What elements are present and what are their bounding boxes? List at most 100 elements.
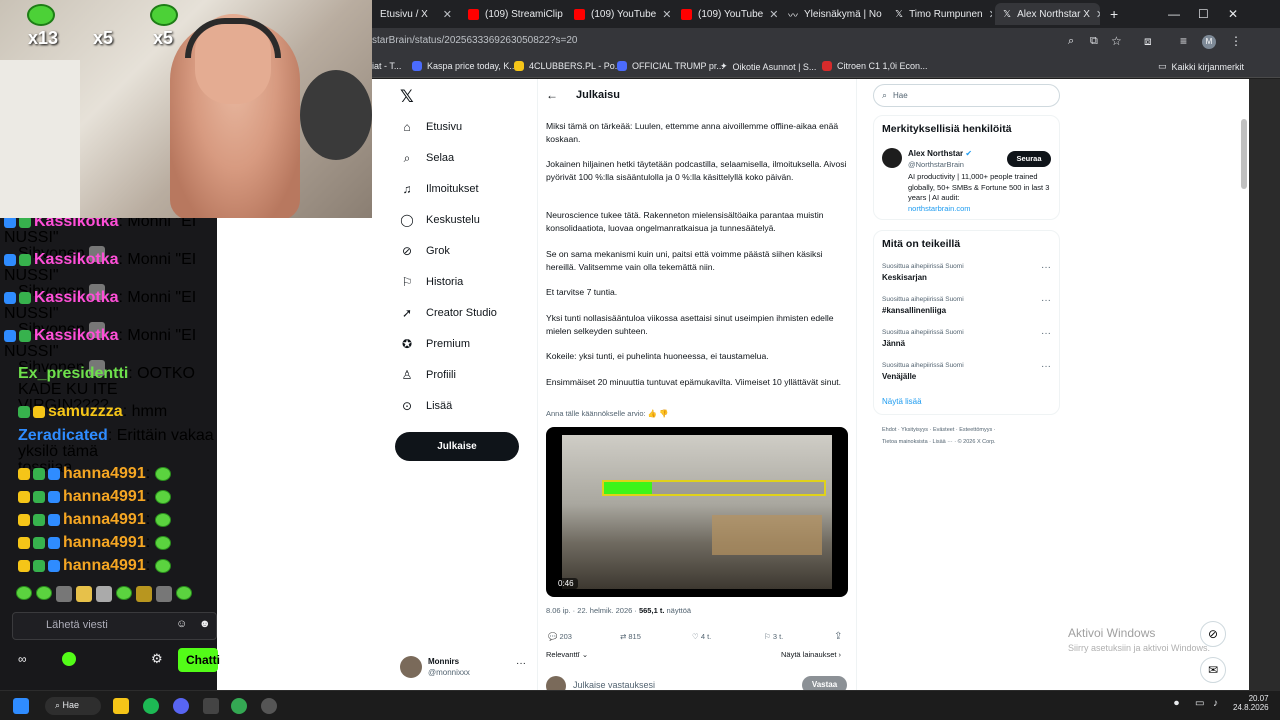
chat-username[interactable]: Zeradicated: [18, 427, 108, 444]
like-action[interactable]: ♡ 4 t.: [692, 632, 711, 641]
trend-name[interactable]: Venäjälle: [882, 372, 916, 381]
volume-icon[interactable]: ♪: [1213, 698, 1218, 709]
bookmark-3[interactable]: OFFICIAL TRUMP pr...: [617, 61, 724, 71]
messages-float-icon[interactable]: ✉: [1200, 657, 1226, 683]
emote-icon[interactable]: [96, 586, 112, 602]
nav-notifications[interactable]: ♫ Ilmoitukset: [400, 182, 479, 196]
grok-float-icon[interactable]: ⊘: [1200, 621, 1226, 647]
emote-icon[interactable]: [16, 586, 32, 600]
tab-0[interactable]: Etusivu / X ✕: [372, 3, 460, 25]
person-link[interactable]: northstarbrain.com: [908, 204, 971, 213]
emote-icon[interactable]: [136, 586, 152, 602]
repost-action[interactable]: ⇄ 815: [620, 632, 641, 641]
nav-premium[interactable]: ✪ Premium: [400, 337, 470, 351]
person-name[interactable]: Alex Northstar ✔: [908, 149, 972, 158]
show-quotes-link[interactable]: Näytä lainaukset ›: [781, 650, 841, 659]
obs-icon[interactable]: [261, 698, 277, 714]
trend-more-icon[interactable]: ···: [1041, 295, 1051, 306]
close-window-icon[interactable]: ✕: [1228, 7, 1238, 21]
chat-send-button[interactable]: Chatti: [178, 648, 220, 672]
nav-explore[interactable]: ⌕ Selaa: [400, 151, 455, 165]
footer-links[interactable]: Ehdot · Yksityisyys · Evästeet · Esteett…: [882, 427, 996, 433]
chat-username[interactable]: hanna4991: [63, 488, 146, 505]
trend-more-icon[interactable]: ···: [1041, 262, 1051, 273]
windows-start-icon[interactable]: [13, 698, 29, 714]
emote-icon[interactable]: [156, 586, 172, 602]
chat-input[interactable]: Lähetä viesti ☺ ☻: [12, 612, 217, 640]
search-box[interactable]: ⌕ Hae: [873, 84, 1060, 107]
scrollbar-thumb[interactable]: [1241, 119, 1247, 189]
all-bookmarks[interactable]: ▭ Kaikki kirjanmerkit: [1158, 61, 1244, 72]
chat-username[interactable]: Kassikotka: [34, 289, 119, 306]
zoom-icon[interactable]: ⌕: [1068, 35, 1074, 48]
share-icon[interactable]: ⇪: [834, 631, 842, 642]
chat-username[interactable]: hanna4991: [63, 557, 146, 574]
tab-1[interactable]: (109) StreamiClip✕: [460, 3, 565, 25]
show-more-link[interactable]: Näytä lisää: [882, 397, 922, 406]
account-more-icon[interactable]: ···: [516, 658, 526, 669]
close-icon[interactable]: ✕: [662, 8, 671, 21]
nav-home[interactable]: ⌂ Etusivu: [400, 120, 462, 134]
reply-action[interactable]: 💬 203: [548, 632, 572, 641]
back-arrow-icon[interactable]: ←: [546, 88, 558, 102]
x-logo-icon[interactable]: 𝕏: [400, 87, 414, 107]
thumbs-up-icon[interactable]: 👍: [648, 409, 657, 418]
nav-bookmarks[interactable]: ⚐ Historia: [400, 275, 464, 289]
nav-more[interactable]: ⊙ Lisää: [400, 399, 452, 413]
person-avatar[interactable]: [882, 148, 902, 168]
tab-2[interactable]: (109) YouTube ✕: [566, 3, 671, 25]
minimize-icon[interactable]: —: [1168, 7, 1180, 21]
tab-5[interactable]: 𝕏 Timo Rumpunen ✕: [887, 3, 992, 25]
x-app-icon[interactable]: [203, 698, 219, 714]
chat-username[interactable]: hanna4991: [63, 465, 146, 482]
trend-name[interactable]: Keskisarjan: [882, 273, 927, 282]
nav-grok[interactable]: ⊘ Grok: [400, 244, 450, 258]
emoji-icon[interactable]: ☻: [199, 618, 211, 630]
clock[interactable]: 20.07 24.8.2026: [1233, 694, 1269, 712]
maximize-icon[interactable]: ☐: [1198, 7, 1209, 21]
points-icon[interactable]: ∞: [18, 652, 27, 666]
post-button[interactable]: Julkaise: [395, 432, 519, 461]
chat-username[interactable]: Kassikotka: [34, 327, 119, 344]
tab-3[interactable]: (109) YouTube ✕: [673, 3, 778, 25]
bookmark-0[interactable]: iat - T...: [372, 61, 401, 71]
video-player[interactable]: 0:46: [546, 427, 848, 597]
media-icon[interactable]: ≡: [1180, 34, 1187, 48]
file-explorer-icon[interactable]: [113, 698, 129, 714]
network-icon[interactable]: ▭: [1195, 698, 1204, 709]
chrome-icon[interactable]: [231, 698, 247, 714]
close-icon[interactable]: ✕: [1096, 8, 1100, 21]
trend-name[interactable]: Jännä: [882, 339, 905, 348]
emote-picker-icon[interactable]: ☺: [176, 618, 187, 630]
emote-icon[interactable]: [56, 586, 72, 602]
sort-dropdown[interactable]: Relevanttī ⌄: [546, 650, 588, 659]
chat-username[interactable]: Kassikotka: [34, 251, 119, 268]
bookmark-5[interactable]: Citroen C1 1,0i Econ...: [822, 61, 928, 71]
chat-username[interactable]: hanna4991: [63, 511, 146, 528]
trend-more-icon[interactable]: ···: [1041, 361, 1051, 372]
emote-icon[interactable]: [36, 586, 52, 600]
close-icon[interactable]: ✕: [769, 8, 778, 21]
settings-gear-icon[interactable]: ⚙: [151, 651, 163, 667]
bookmark-1[interactable]: Kaspa price today, K...: [412, 61, 517, 71]
close-icon[interactable]: ✕: [989, 8, 992, 21]
chat-username[interactable]: samuzzza: [48, 403, 123, 420]
url-field[interactable]: starBrain/status/2025633369263050822?s=2…: [372, 35, 577, 46]
chat-username[interactable]: hanna4991: [63, 534, 146, 551]
emote-icon[interactable]: [76, 586, 92, 602]
bookmark-action[interactable]: ⚐ 3 t.: [764, 632, 783, 641]
new-tab-button[interactable]: +: [1102, 3, 1122, 25]
extensions-icon[interactable]: ⧈: [1144, 34, 1152, 49]
footer-links[interactable]: Tietoa mainoksista · Lisää ··· · © 2026 …: [882, 439, 996, 445]
nav-creator-studio[interactable]: ➚ Creator Studio: [400, 306, 497, 320]
chat-username[interactable]: Ex_presidentti: [18, 365, 128, 382]
nav-profile[interactable]: ♙ Profiili: [400, 368, 456, 382]
bookmark-2[interactable]: 4CLUBBERS.PL - Po...: [514, 61, 622, 71]
tab-6-active[interactable]: 𝕏 Alex Northstar X ✕: [995, 3, 1100, 25]
bookmark-star-icon[interactable]: ☆: [1111, 34, 1122, 48]
trend-more-icon[interactable]: ···: [1041, 328, 1051, 339]
tab-4[interactable]: 〰Yleisnäkymä | No✕: [780, 3, 885, 25]
install-icon[interactable]: ⧉: [1090, 35, 1098, 48]
taskbar-search[interactable]: ⌕ Hae: [45, 697, 101, 715]
mic-icon[interactable]: ⏺: [1174, 698, 1179, 709]
